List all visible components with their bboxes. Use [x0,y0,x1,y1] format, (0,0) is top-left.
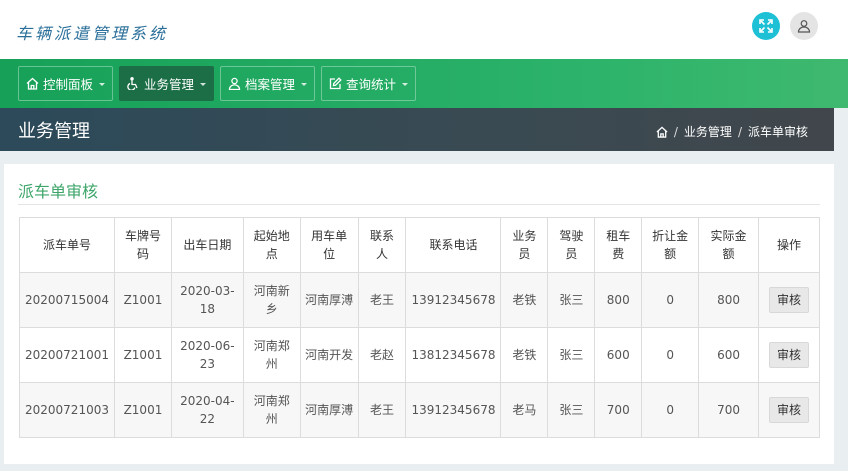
home-icon[interactable] [656,126,668,138]
table-row: 20200721003 Z1001 2020-04-22 河南郑州 河南厚溥 老… [19,382,821,438]
cell-contact: 老王 [357,272,407,328]
user-icon [797,20,811,33]
cell-action: 审核 [757,272,821,328]
cell-plate: Z1001 [113,327,172,383]
fullscreen-button[interactable] [752,12,780,40]
column-header: 联系人 [357,217,407,273]
nav-archives-label: 档案管理 [245,77,296,92]
review-button[interactable]: 审核 [768,287,809,313]
main-nav: 控制面板 业务管理 档案管理 查询统计 [0,59,848,108]
cell-date: 2020-03-18 [170,272,244,328]
cell-driver: 张三 [547,327,596,383]
fullscreen-icon [759,19,773,33]
table-row: 20200721001 Z1001 2020-06-23 河南郑州 河南开发 老… [19,327,821,383]
cell-order-no: 20200721001 [19,327,115,383]
cell-phone: 13912345678 [405,382,502,438]
column-header: 租车费 [594,217,643,273]
cell-order-no: 20200721003 [19,382,115,438]
cell-contact: 老赵 [357,327,407,383]
cell-unit: 河南厚溥 [299,272,359,328]
breadcrumb-item-current: 派车单审核 [747,125,808,139]
caret-down-icon [402,83,409,86]
cell-contact: 老王 [357,382,407,438]
table-header-row: 派车单号 车牌号码 出车日期 起始地点 用车单位 联系人 联系电话 业务员 驾驶… [19,217,821,273]
cell-rent: 700 [594,382,643,438]
dispatch-table: 派车单号 车牌号码 出车日期 起始地点 用车单位 联系人 联系电话 业务员 驾驶… [19,217,821,438]
nav-dashboard-label: 控制面板 [43,77,94,92]
cell-order-no: 20200715004 [19,272,115,328]
review-button[interactable]: 审核 [768,342,809,368]
cell-plate: Z1001 [113,382,172,438]
cell-driver: 张三 [547,272,596,328]
column-header: 实际金额 [698,217,759,273]
page-header: 业务管理 / 业务管理 / 派车单审核 [0,108,834,151]
caret-down-icon [99,83,106,86]
column-header: 派车单号 [19,217,115,273]
cell-phone: 13912345678 [405,272,502,328]
user-icon [228,77,241,90]
user-menu-button[interactable] [790,12,818,40]
nav-query[interactable]: 查询统计 [321,66,417,101]
breadcrumb-separator: / [737,124,742,139]
column-header: 起始地点 [242,217,301,273]
cell-origin: 河南郑州 [242,382,301,438]
nav-dashboard[interactable]: 控制面板 [18,66,114,101]
cell-date: 2020-06-23 [170,327,244,383]
cell-origin: 河南新乡 [242,272,301,328]
cell-actual: 800 [698,272,759,328]
review-button[interactable]: 审核 [768,397,809,423]
nav-business-label: 业务管理 [144,77,195,92]
cell-phone: 13812345678 [405,327,502,383]
breadcrumb-item-business[interactable]: 业务管理 [684,123,732,140]
cell-action: 审核 [757,382,821,438]
cell-discount: 0 [641,327,700,383]
nav-business[interactable]: 业务管理 [119,66,215,101]
breadcrumb: / 业务管理 / 派车单审核 [656,123,808,140]
cell-salesman: 老铁 [500,272,549,328]
panel-divider [18,204,820,205]
wheelchair-icon [127,77,138,90]
cell-actual: 700 [698,382,759,438]
column-header: 折让金额 [641,217,700,273]
cell-rent: 600 [594,327,643,383]
table-row: 20200715004 Z1001 2020-03-18 河南新乡 河南厚溥 老… [19,272,821,328]
cell-discount: 0 [641,272,700,328]
column-header: 操作 [757,217,821,273]
app-brand: 车辆派遣管理系统 [16,24,169,43]
cell-plate: Z1001 [113,272,172,328]
header-icons [752,12,818,40]
cell-unit: 河南厚溥 [299,382,359,438]
caret-down-icon [200,83,207,86]
content-panel: 派车单审核 派车单号 车牌号码 出车日期 起始地点 用车单位 联系人 联系电话 … [4,164,834,464]
cell-discount: 0 [641,382,700,438]
column-header: 车牌号码 [113,217,172,273]
breadcrumb-separator: / [673,124,678,139]
column-header: 用车单位 [299,217,359,273]
column-header: 驾驶员 [547,217,596,273]
nav-query-label: 查询统计 [346,77,397,92]
cell-salesman: 老铁 [500,327,549,383]
cell-action: 审核 [757,327,821,383]
edit-icon [329,77,342,90]
cell-actual: 600 [698,327,759,383]
nav-archives[interactable]: 档案管理 [220,66,316,101]
cell-rent: 800 [594,272,643,328]
cell-driver: 张三 [547,382,596,438]
cell-date: 2020-04-22 [170,382,244,438]
home-icon [26,77,39,90]
cell-unit: 河南开发 [299,327,359,383]
page-title: 业务管理 [18,121,90,142]
cell-salesman: 老马 [500,382,549,438]
caret-down-icon [301,83,308,86]
cell-origin: 河南郑州 [242,327,301,383]
column-header: 出车日期 [170,217,244,273]
top-header: 车辆派遣管理系统 [0,0,848,59]
panel-title: 派车单审核 [18,182,99,201]
column-header: 联系电话 [405,217,502,273]
column-header: 业务员 [500,217,549,273]
